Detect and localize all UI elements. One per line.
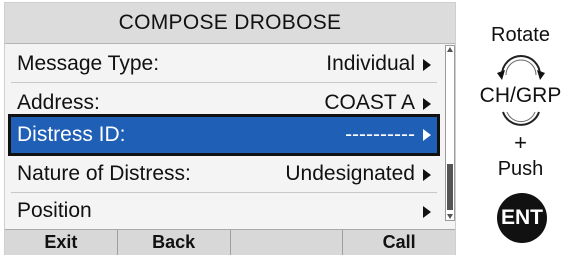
row-label: Position <box>17 199 92 222</box>
row-label: Nature of Distress: <box>17 162 191 185</box>
push-label: Push <box>497 158 544 180</box>
ent-button[interactable]: ENT <box>497 193 547 243</box>
row-label: Distress ID: <box>17 123 126 146</box>
scroll-down-icon <box>447 214 453 219</box>
right-arrow-icon <box>423 169 431 181</box>
menu-row-distress-id[interactable]: Distress ID: ---------- <box>8 114 440 156</box>
row-value: Individual <box>326 52 415 75</box>
right-arrow-icon <box>423 59 431 71</box>
row-value: Undesignated <box>285 162 415 185</box>
rotate-label: Rotate <box>491 24 550 46</box>
menu-row-nature-of-distress[interactable]: Nature of Distress: Undesignated <box>11 155 437 193</box>
scroll-up-icon <box>447 47 453 52</box>
control-guide: Rotate CH/GRP + Push ENT <box>462 0 579 258</box>
plus-label: + <box>514 130 527 155</box>
radio-screen: COMPOSE DROBOSE Message Type: Individual… <box>4 2 456 255</box>
scroll-thumb[interactable] <box>447 164 453 210</box>
ch-grp-label: CH/GRP <box>479 84 562 107</box>
softkey-back[interactable]: Back <box>118 230 231 255</box>
row-label: Message Type: <box>17 52 160 75</box>
softkey-empty[interactable] <box>231 230 344 255</box>
softkey-bar: Exit Back Call <box>5 229 455 255</box>
menu-row-position[interactable]: Position <box>11 192 437 230</box>
softkey-exit[interactable]: Exit <box>5 230 118 255</box>
softkey-call[interactable]: Call <box>343 230 455 255</box>
menu-row-message-type[interactable]: Message Type: Individual <box>11 45 437 83</box>
dial-lower-arc-icon <box>502 111 540 126</box>
row-value: ---------- <box>345 123 415 146</box>
scrollbar[interactable] <box>445 45 455 221</box>
screen-title: COMPOSE DROBOSE <box>5 3 455 44</box>
right-arrow-icon <box>423 129 431 141</box>
right-arrow-icon <box>423 206 431 218</box>
right-arrow-icon <box>423 98 431 110</box>
